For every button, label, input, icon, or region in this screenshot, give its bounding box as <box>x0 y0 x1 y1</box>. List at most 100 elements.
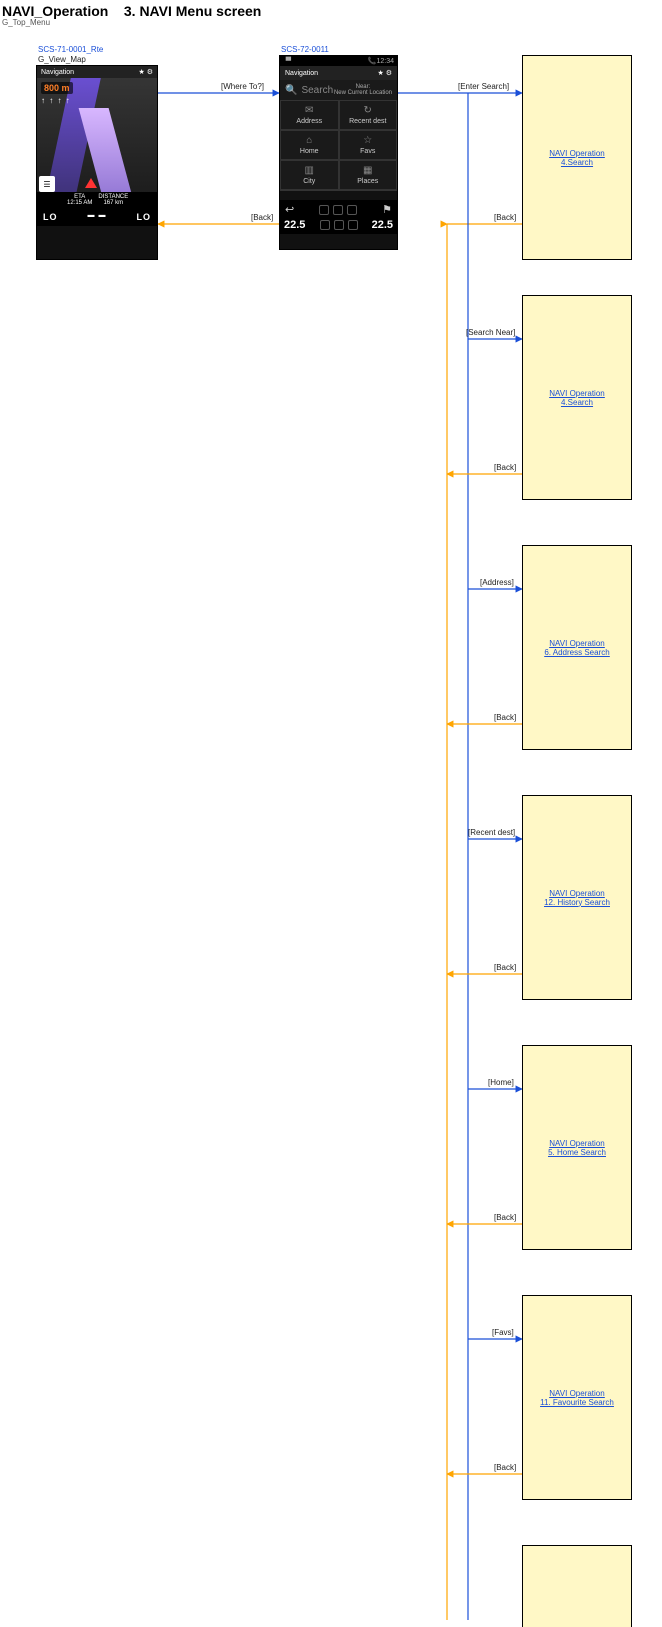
title-main: NAVI_Operation <box>2 3 108 19</box>
star-icon[interactable]: ★ <box>138 69 144 76</box>
linkbox-6-l1: NAVI Operation <box>549 1389 604 1398</box>
label-back-b3: [Back] <box>494 713 516 722</box>
city-icon: ▥ <box>305 165 314 176</box>
linkbox-history[interactable]: NAVI Operation12. History Search <box>522 795 632 1000</box>
linkbox-5-l2: 5. Home Search <box>548 1148 606 1157</box>
search-input[interactable]: Search <box>301 85 333 96</box>
label-back-b5: [Back] <box>494 1213 516 1222</box>
scs1-id: SCS-71-0001_Rte <box>38 45 103 54</box>
scs2-spacer <box>280 190 397 200</box>
linkbox-4-l2: 12. History Search <box>544 898 610 907</box>
search-icon: 🔍 <box>285 85 297 96</box>
label-back-1: [Back] <box>251 213 273 222</box>
ctrl-icon[interactable] <box>347 205 357 215</box>
home-icon: ⌂ <box>306 135 312 146</box>
scs2-time: 📞12:34 <box>368 57 394 65</box>
cell-address-label: Address <box>296 118 322 125</box>
label-where-to: [Where To?] <box>221 82 264 91</box>
places-icon: ▦ <box>363 165 372 176</box>
label-favs: [Favs] <box>492 1328 514 1337</box>
cell-home[interactable]: ⌂ Home <box>280 130 339 160</box>
label-address: [Address] <box>480 578 514 587</box>
fav-icon: ☆ <box>363 135 372 146</box>
scs2-id: SCS-72-0011 <box>281 45 329 54</box>
cell-address[interactable]: ✉ Address <box>280 100 339 130</box>
cell-favs-label: Favs <box>360 148 375 155</box>
label-back-b6: [Back] <box>494 1463 516 1472</box>
linkbox-favourite[interactable]: NAVI Operation11. Favourite Search <box>522 1295 632 1500</box>
scs1-lo-right: LO <box>136 212 151 222</box>
linkbox-address[interactable]: NAVI Operation6. Address Search <box>522 545 632 750</box>
label-home: [Home] <box>488 1078 514 1087</box>
title-section: 3. NAVI Menu screen <box>124 3 261 19</box>
screenshot-menu: ▝▘ 📞12:34 Navigation ★ ⚙ 🔍 Search Near: … <box>279 55 398 250</box>
menu-grid: ✉ Address ↻ Recent dest ⌂ Home ☆ Favs ▥ … <box>280 100 397 190</box>
label-enter-search: [Enter Search] <box>458 82 509 91</box>
linkbox-1-l2: 4.Search <box>561 158 593 167</box>
cell-home-label: Home <box>300 148 319 155</box>
linkbox-2-l2: 4.Search <box>561 398 593 407</box>
linkbox-partial[interactable] <box>522 1545 632 1627</box>
scs1-topbar: Navigation ★ ⚙ <box>37 66 157 78</box>
linkbox-5-l1: NAVI Operation <box>549 1139 604 1148</box>
flag-icon[interactable]: ⚑ <box>382 203 392 216</box>
search-row[interactable]: 🔍 Search Near: New Current Location <box>280 80 397 100</box>
page-subtitle: G_Top_Menu <box>2 18 50 27</box>
star-icon[interactable]: ★ <box>377 70 383 77</box>
linkbox-6-l2: 11. Favourite Search <box>540 1398 614 1407</box>
label-back-b2: [Back] <box>494 463 516 472</box>
scs1-dist2: DISTANCE 167 km <box>98 194 128 206</box>
scs1-caption: G_View_Map <box>38 55 86 64</box>
ctrl-icon[interactable] <box>319 205 329 215</box>
scs1-lo-left: LO <box>43 212 58 222</box>
page-title: NAVI_Operation 3. NAVI Menu screen <box>2 3 261 19</box>
label-back-b4: [Back] <box>494 963 516 972</box>
linkbox-2-l1: NAVI Operation <box>549 389 604 398</box>
linkbox-4-l1: NAVI Operation <box>549 889 604 898</box>
cell-favs[interactable]: ☆ Favs <box>339 130 398 160</box>
temp-left: 22.5 <box>284 219 305 231</box>
hvac-icon[interactable] <box>334 220 344 230</box>
scs2-topbar: Navigation ★ ⚙ <box>280 66 397 80</box>
screenshot-map-view: Navigation ★ ⚙ 800 m ↑ ↑ ↑ ↑ ☰ ETA 12:15… <box>36 65 158 260</box>
cell-recent-label: Recent dest <box>349 118 386 125</box>
cell-places[interactable]: ▦ Places <box>339 160 398 190</box>
menu-icon[interactable]: ☰ <box>39 176 55 192</box>
ctrl-icon[interactable] <box>333 205 343 215</box>
scs2-controls <box>319 205 357 215</box>
linkbox-search-1[interactable]: NAVI Operation4.Search <box>522 55 632 260</box>
hvac-icon[interactable] <box>320 220 330 230</box>
label-recent: [Recent dest] <box>468 828 515 837</box>
current-position-icon <box>85 178 97 188</box>
temp-right: 22.5 <box>372 219 393 231</box>
gear-icon[interactable]: ⚙ <box>147 69 153 76</box>
scs1-distance: 800 m <box>41 82 73 94</box>
linkbox-3-l1: NAVI Operation <box>549 639 604 648</box>
cell-city-label: City <box>303 178 315 185</box>
scs1-nav-label: Navigation <box>41 69 74 76</box>
scs2-nav-label: Navigation <box>285 70 318 77</box>
recent-icon: ↻ <box>364 105 372 116</box>
linkbox-3-l2: 6. Address Search <box>544 648 609 657</box>
cell-recent[interactable]: ↻ Recent dest <box>339 100 398 130</box>
back-icon[interactable]: ↩ <box>285 203 294 216</box>
scs2-bottombar: ↩ ⚑ <box>280 200 397 219</box>
signal-icon: ▝▘ <box>283 57 294 65</box>
scs1-infobar: ETA 12:15 AM DISTANCE 167 km <box>37 192 157 208</box>
linkbox-1-l1: NAVI Operation <box>549 149 604 158</box>
near-label[interactable]: Near: New Current Location <box>334 84 392 96</box>
label-search-near: [Search Near] <box>466 328 515 337</box>
cell-places-label: Places <box>357 178 378 185</box>
scs2-statusbar: ▝▘ 📞12:34 <box>280 56 397 66</box>
scs1-map[interactable]: 800 m ↑ ↑ ↑ ↑ ☰ ETA 12:15 AM DISTANCE 16… <box>37 78 157 208</box>
hvac-icon[interactable] <box>348 220 358 230</box>
cell-city[interactable]: ▥ City <box>280 160 339 190</box>
scs1-eta: ETA 12:15 AM <box>67 194 92 206</box>
linkbox-search-2[interactable]: NAVI Operation4.Search <box>522 295 632 500</box>
mail-icon: ✉ <box>305 105 313 116</box>
scs1-arrows: ↑ ↑ ↑ ↑ <box>41 96 71 105</box>
label-back-b1: [Back] <box>494 213 516 222</box>
gear-icon[interactable]: ⚙ <box>386 70 392 77</box>
linkbox-home[interactable]: NAVI Operation5. Home Search <box>522 1045 632 1250</box>
scs1-footer: LO ▬ ▬ LO <box>37 208 157 226</box>
